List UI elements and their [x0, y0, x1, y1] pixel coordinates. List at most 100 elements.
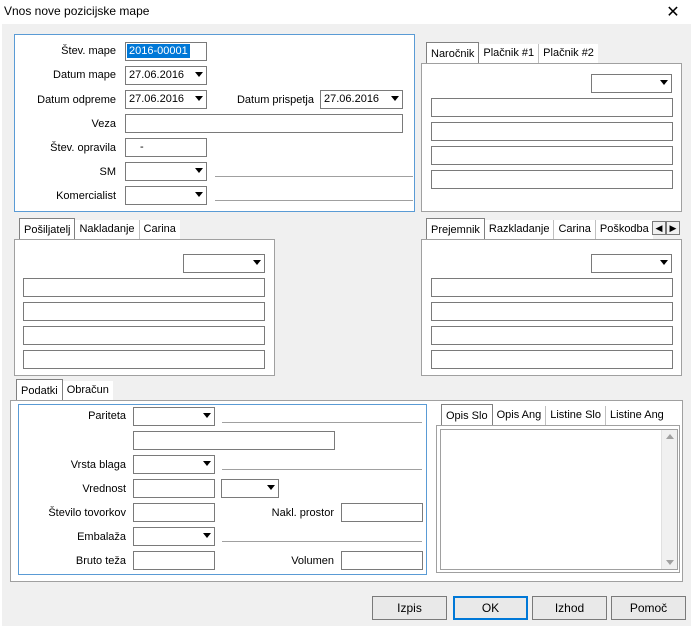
- sm-label: SM: [99, 166, 117, 178]
- posiljatelj-field-3[interactable]: [23, 326, 265, 345]
- vrednost-field[interactable]: [133, 479, 215, 498]
- bruto-teza-field[interactable]: [133, 551, 215, 570]
- chevron-down-icon: [203, 461, 211, 466]
- stev-mape-value: 2016-00001: [127, 44, 190, 58]
- sm-combo[interactable]: [125, 162, 207, 181]
- nakl-prostor-field[interactable]: [341, 503, 423, 522]
- tab-obracun[interactable]: Obračun: [62, 381, 113, 401]
- chevron-down-icon: [195, 96, 203, 101]
- tab-poskodba[interactable]: Poškodba: [595, 220, 653, 240]
- chevron-down-icon: [253, 260, 261, 265]
- tab-listine-slo[interactable]: Listine Slo: [546, 406, 606, 426]
- embalaza-label: Embalaža: [77, 531, 126, 543]
- stev-mape-label: Štev. mape: [61, 45, 116, 57]
- opis-tabs: Opis Slo Opis Ang Listine Slo Listine An…: [441, 404, 668, 426]
- chevron-down-icon: [195, 192, 203, 197]
- tab-placnik-1[interactable]: Plačnik #1: [479, 44, 540, 64]
- datum-mape-label: Datum mape: [53, 69, 116, 81]
- pomoc-button[interactable]: Pomoč: [611, 596, 686, 620]
- tab-scroll-left-icon[interactable]: ◀: [652, 221, 666, 235]
- chevron-down-icon: [203, 413, 211, 418]
- izhod-button[interactable]: Izhod: [532, 596, 607, 620]
- narocnik-field-2[interactable]: [431, 122, 673, 141]
- posiljatelj-combo[interactable]: [183, 254, 265, 273]
- tab-carina-2[interactable]: Carina: [554, 220, 596, 240]
- komercialist-description-line: [215, 200, 413, 201]
- narocnik-field-1[interactable]: [431, 98, 673, 117]
- narocnik-tabs: Naročnik Plačnik #1 Plačnik #2: [426, 42, 598, 64]
- posiljatelj-field-4[interactable]: [23, 350, 265, 369]
- datum-odpreme-label: Datum odpreme: [37, 94, 116, 106]
- embalaza-combo[interactable]: [133, 527, 215, 546]
- opis-scrollbar[interactable]: [661, 430, 677, 569]
- stev-opravila-field[interactable]: -: [125, 138, 207, 157]
- komercialist-combo[interactable]: [125, 186, 207, 205]
- bruto-teza-label: Bruto teža: [75, 555, 126, 567]
- prejemnik-tabs: Prejemnik Razkladanje Carina Poškodba: [426, 218, 653, 240]
- tab-listine-ang[interactable]: Listine Ang: [605, 406, 668, 426]
- tab-prejemnik[interactable]: Prejemnik: [426, 218, 485, 240]
- posiljatelj-field-1[interactable]: [23, 278, 265, 297]
- volumen-field[interactable]: [341, 551, 423, 570]
- prejemnik-field-2[interactable]: [431, 302, 673, 321]
- tab-scroll-right-icon[interactable]: ▶: [666, 221, 680, 235]
- podatki-tabs: Podatki Obračun: [16, 379, 113, 401]
- datum-mape-value: 27.06.2016: [129, 69, 185, 81]
- tab-razkladanje[interactable]: Razkladanje: [484, 220, 555, 240]
- pariteta-combo[interactable]: [133, 407, 215, 426]
- datum-prispetja-label: Datum prispetja: [236, 94, 314, 106]
- ok-button[interactable]: OK: [453, 596, 528, 620]
- volumen-label: Volumen: [291, 555, 334, 567]
- chevron-down-icon: [195, 72, 203, 77]
- tab-opis-ang[interactable]: Opis Ang: [492, 406, 547, 426]
- narocnik-field-4[interactable]: [431, 170, 673, 189]
- veza-label: Veza: [91, 118, 116, 130]
- prejemnik-combo[interactable]: [591, 254, 672, 273]
- chevron-down-icon: [391, 96, 399, 101]
- pariteta-description-line: [222, 422, 422, 423]
- tab-opis-slo[interactable]: Opis Slo: [441, 404, 493, 426]
- stevilo-tovorkov-field[interactable]: [133, 503, 215, 522]
- tab-carina[interactable]: Carina: [139, 220, 180, 240]
- chevron-down-icon: [203, 533, 211, 538]
- datum-mape-picker[interactable]: 27.06.2016: [125, 66, 207, 85]
- tab-podatki[interactable]: Podatki: [16, 379, 63, 401]
- posiljatelj-field-2[interactable]: [23, 302, 265, 321]
- vrsta-blaga-label: Vrsta blaga: [70, 459, 126, 471]
- vrsta-blaga-combo[interactable]: [133, 455, 215, 474]
- chevron-down-icon: [660, 80, 668, 85]
- opis-textarea[interactable]: [440, 429, 678, 570]
- nakl-prostor-label: Nakl. prostor: [271, 507, 334, 519]
- posiljatelj-tabs: Pošiljatelj Nakladanje Carina: [19, 218, 180, 240]
- veza-field[interactable]: [125, 114, 403, 133]
- scroll-up-icon[interactable]: [666, 434, 674, 439]
- close-icon[interactable]: ✕: [663, 2, 683, 22]
- pariteta-detail-field[interactable]: [133, 431, 335, 450]
- prejemnik-field-1[interactable]: [431, 278, 673, 297]
- komercialist-label: Komercialist: [56, 190, 116, 202]
- vrednost-label: Vrednost: [82, 483, 126, 495]
- tab-narocnik[interactable]: Naročnik: [426, 42, 480, 64]
- stevilo-tovorkov-label: Število tovorkov: [48, 507, 126, 519]
- tab-placnik-2[interactable]: Plačnik #2: [539, 44, 598, 64]
- datum-prispetja-value: 27.06.2016: [324, 93, 380, 105]
- prejemnik-field-3[interactable]: [431, 326, 673, 345]
- chevron-down-icon: [195, 168, 203, 173]
- prejemnik-field-4[interactable]: [431, 350, 673, 369]
- narocnik-combo[interactable]: [591, 74, 672, 93]
- valuta-combo[interactable]: [221, 479, 279, 498]
- stev-mape-field[interactable]: 2016-00001: [125, 42, 207, 61]
- embalaza-description-line: [222, 541, 422, 542]
- window-title: Vnos nove pozicijske mape: [4, 4, 150, 18]
- vrsta-blaga-description-line: [222, 469, 422, 470]
- narocnik-field-3[interactable]: [431, 146, 673, 165]
- chevron-down-icon: [660, 260, 668, 265]
- datum-odpreme-picker[interactable]: 27.06.2016: [125, 90, 207, 109]
- izpis-button[interactable]: Izpis: [372, 596, 447, 620]
- tab-nakladanje[interactable]: Nakladanje: [75, 220, 140, 240]
- scroll-down-icon[interactable]: [666, 560, 674, 565]
- datum-prispetja-picker[interactable]: 27.06.2016: [320, 90, 403, 109]
- sm-description-line: [215, 176, 413, 177]
- pariteta-label: Pariteta: [88, 410, 126, 422]
- tab-posiljatelj[interactable]: Pošiljatelj: [19, 218, 76, 240]
